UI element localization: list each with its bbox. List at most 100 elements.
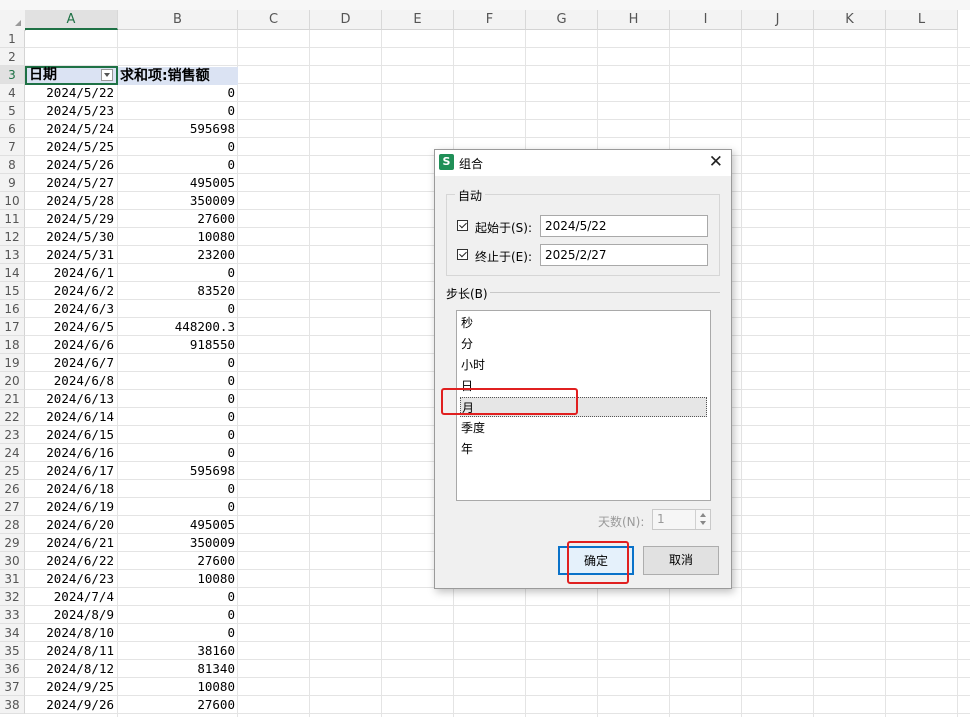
row-header-36[interactable]: 36 (0, 660, 25, 678)
sales-cell[interactable]: 350009 (118, 534, 238, 552)
start-checkbox[interactable] (457, 220, 468, 231)
date-cell[interactable]: 2024/8/9 (25, 606, 118, 624)
row-header-4[interactable]: 4 (0, 84, 25, 102)
sales-cell[interactable]: 0 (118, 588, 238, 606)
row-header-38[interactable]: 38 (0, 696, 25, 714)
column-header-c[interactable]: C (238, 10, 310, 30)
sales-cell[interactable]: 27600 (118, 210, 238, 228)
date-cell[interactable]: 2024/5/28 (25, 192, 118, 210)
column-header-h[interactable]: H (598, 10, 670, 30)
sales-cell[interactable]: 0 (118, 444, 238, 462)
date-cell[interactable]: 2024/5/29 (25, 210, 118, 228)
column-header-f[interactable]: F (454, 10, 526, 30)
date-cell[interactable]: 2024/6/3 (25, 300, 118, 318)
column-header-g[interactable]: G (526, 10, 598, 30)
row-header-19[interactable]: 19 (0, 354, 25, 372)
sales-cell[interactable]: 918550 (118, 336, 238, 354)
date-cell[interactable]: 2024/6/6 (25, 336, 118, 354)
sales-cell[interactable]: 495005 (118, 174, 238, 192)
date-cell[interactable]: 2024/8/10 (25, 624, 118, 642)
sales-cell[interactable]: 0 (118, 84, 238, 102)
column-header-k[interactable]: K (814, 10, 886, 30)
select-all-corner[interactable] (0, 10, 26, 31)
date-cell[interactable]: 2024/5/23 (25, 102, 118, 120)
days-stepper[interactable]: 1 (652, 509, 711, 530)
sales-cell[interactable]: 448200.3 (118, 318, 238, 336)
sales-cell[interactable]: 350009 (118, 192, 238, 210)
row-header-37[interactable]: 37 (0, 678, 25, 696)
date-cell[interactable]: 2024/6/8 (25, 372, 118, 390)
step-option-second[interactable]: 秒 (460, 313, 707, 333)
sales-cell[interactable]: 0 (118, 480, 238, 498)
row-header-10[interactable]: 10 (0, 192, 25, 210)
sales-cell[interactable]: 595698 (118, 462, 238, 480)
step-option-year[interactable]: 年 (460, 439, 707, 459)
row-header-18[interactable]: 18 (0, 336, 25, 354)
date-cell[interactable]: 2024/6/22 (25, 552, 118, 570)
row-header-20[interactable]: 20 (0, 372, 25, 390)
row-header-22[interactable]: 22 (0, 408, 25, 426)
sales-cell[interactable]: 27600 (118, 552, 238, 570)
date-cell[interactable]: 2024/8/12 (25, 660, 118, 678)
sales-cell[interactable]: 0 (118, 498, 238, 516)
row-header-35[interactable]: 35 (0, 642, 25, 660)
row-header-31[interactable]: 31 (0, 570, 25, 588)
sales-cell[interactable]: 38160 (118, 642, 238, 660)
date-cell[interactable]: 2024/6/19 (25, 498, 118, 516)
date-cell[interactable]: 2024/6/1 (25, 264, 118, 282)
row-header-24[interactable]: 24 (0, 444, 25, 462)
date-cell[interactable]: 2024/7/4 (25, 588, 118, 606)
column-header-b[interactable]: B (118, 10, 238, 30)
row-header-6[interactable]: 6 (0, 120, 25, 138)
date-cell[interactable]: 2024/5/31 (25, 246, 118, 264)
sales-cell[interactable]: 81340 (118, 660, 238, 678)
row-header-15[interactable]: 15 (0, 282, 25, 300)
date-cell[interactable]: 2024/6/16 (25, 444, 118, 462)
sales-cell[interactable]: 10080 (118, 570, 238, 588)
row-header-7[interactable]: 7 (0, 138, 25, 156)
date-cell[interactable]: 2024/6/15 (25, 426, 118, 444)
sales-cell[interactable]: 83520 (118, 282, 238, 300)
sales-cell[interactable]: 0 (118, 408, 238, 426)
step-option-hour[interactable]: 小时 (460, 355, 707, 375)
row-header-33[interactable]: 33 (0, 606, 25, 624)
row-header-23[interactable]: 23 (0, 426, 25, 444)
row-header-29[interactable]: 29 (0, 534, 25, 552)
step-option-quarter[interactable]: 季度 (460, 418, 707, 438)
date-cell[interactable]: 2024/5/27 (25, 174, 118, 192)
column-header-l[interactable]: L (886, 10, 958, 30)
row-header-34[interactable]: 34 (0, 624, 25, 642)
sales-cell[interactable]: 0 (118, 426, 238, 444)
row-header-13[interactable]: 13 (0, 246, 25, 264)
date-cell[interactable]: 2024/6/17 (25, 462, 118, 480)
row-header-16[interactable]: 16 (0, 300, 25, 318)
date-cell[interactable]: 2024/8/11 (25, 642, 118, 660)
sales-cell[interactable]: 0 (118, 354, 238, 372)
sales-cell[interactable]: 0 (118, 390, 238, 408)
date-cell[interactable]: 2024/5/30 (25, 228, 118, 246)
sales-cell[interactable]: 10080 (118, 678, 238, 696)
row-header-25[interactable]: 25 (0, 462, 25, 480)
column-header-j[interactable]: J (742, 10, 814, 30)
date-cell[interactable]: 2024/9/25 (25, 678, 118, 696)
close-icon[interactable]: ✕ (709, 153, 723, 171)
sales-cell[interactable]: 0 (118, 624, 238, 642)
date-cell[interactable]: 2024/6/14 (25, 408, 118, 426)
date-cell[interactable]: 2024/6/20 (25, 516, 118, 534)
date-cell[interactable]: 2024/6/21 (25, 534, 118, 552)
filter-dropdown-icon[interactable] (101, 69, 113, 81)
row-header-8[interactable]: 8 (0, 156, 25, 174)
row-header-17[interactable]: 17 (0, 318, 25, 336)
sales-cell[interactable]: 0 (118, 372, 238, 390)
date-cell[interactable]: 2024/5/26 (25, 156, 118, 174)
sales-cell[interactable]: 10080 (118, 228, 238, 246)
row-header-3[interactable]: 3 (0, 66, 25, 84)
column-header-d[interactable]: D (310, 10, 382, 30)
row-header-14[interactable]: 14 (0, 264, 25, 282)
date-cell[interactable]: 2024/6/2 (25, 282, 118, 300)
sales-cell[interactable]: 0 (118, 138, 238, 156)
date-cell[interactable]: 2024/6/5 (25, 318, 118, 336)
pivot-sum-header-cell[interactable]: 求和项:销售额 (118, 67, 238, 85)
date-cell[interactable]: 2024/9/26 (25, 696, 118, 714)
column-header-i[interactable]: I (670, 10, 742, 30)
